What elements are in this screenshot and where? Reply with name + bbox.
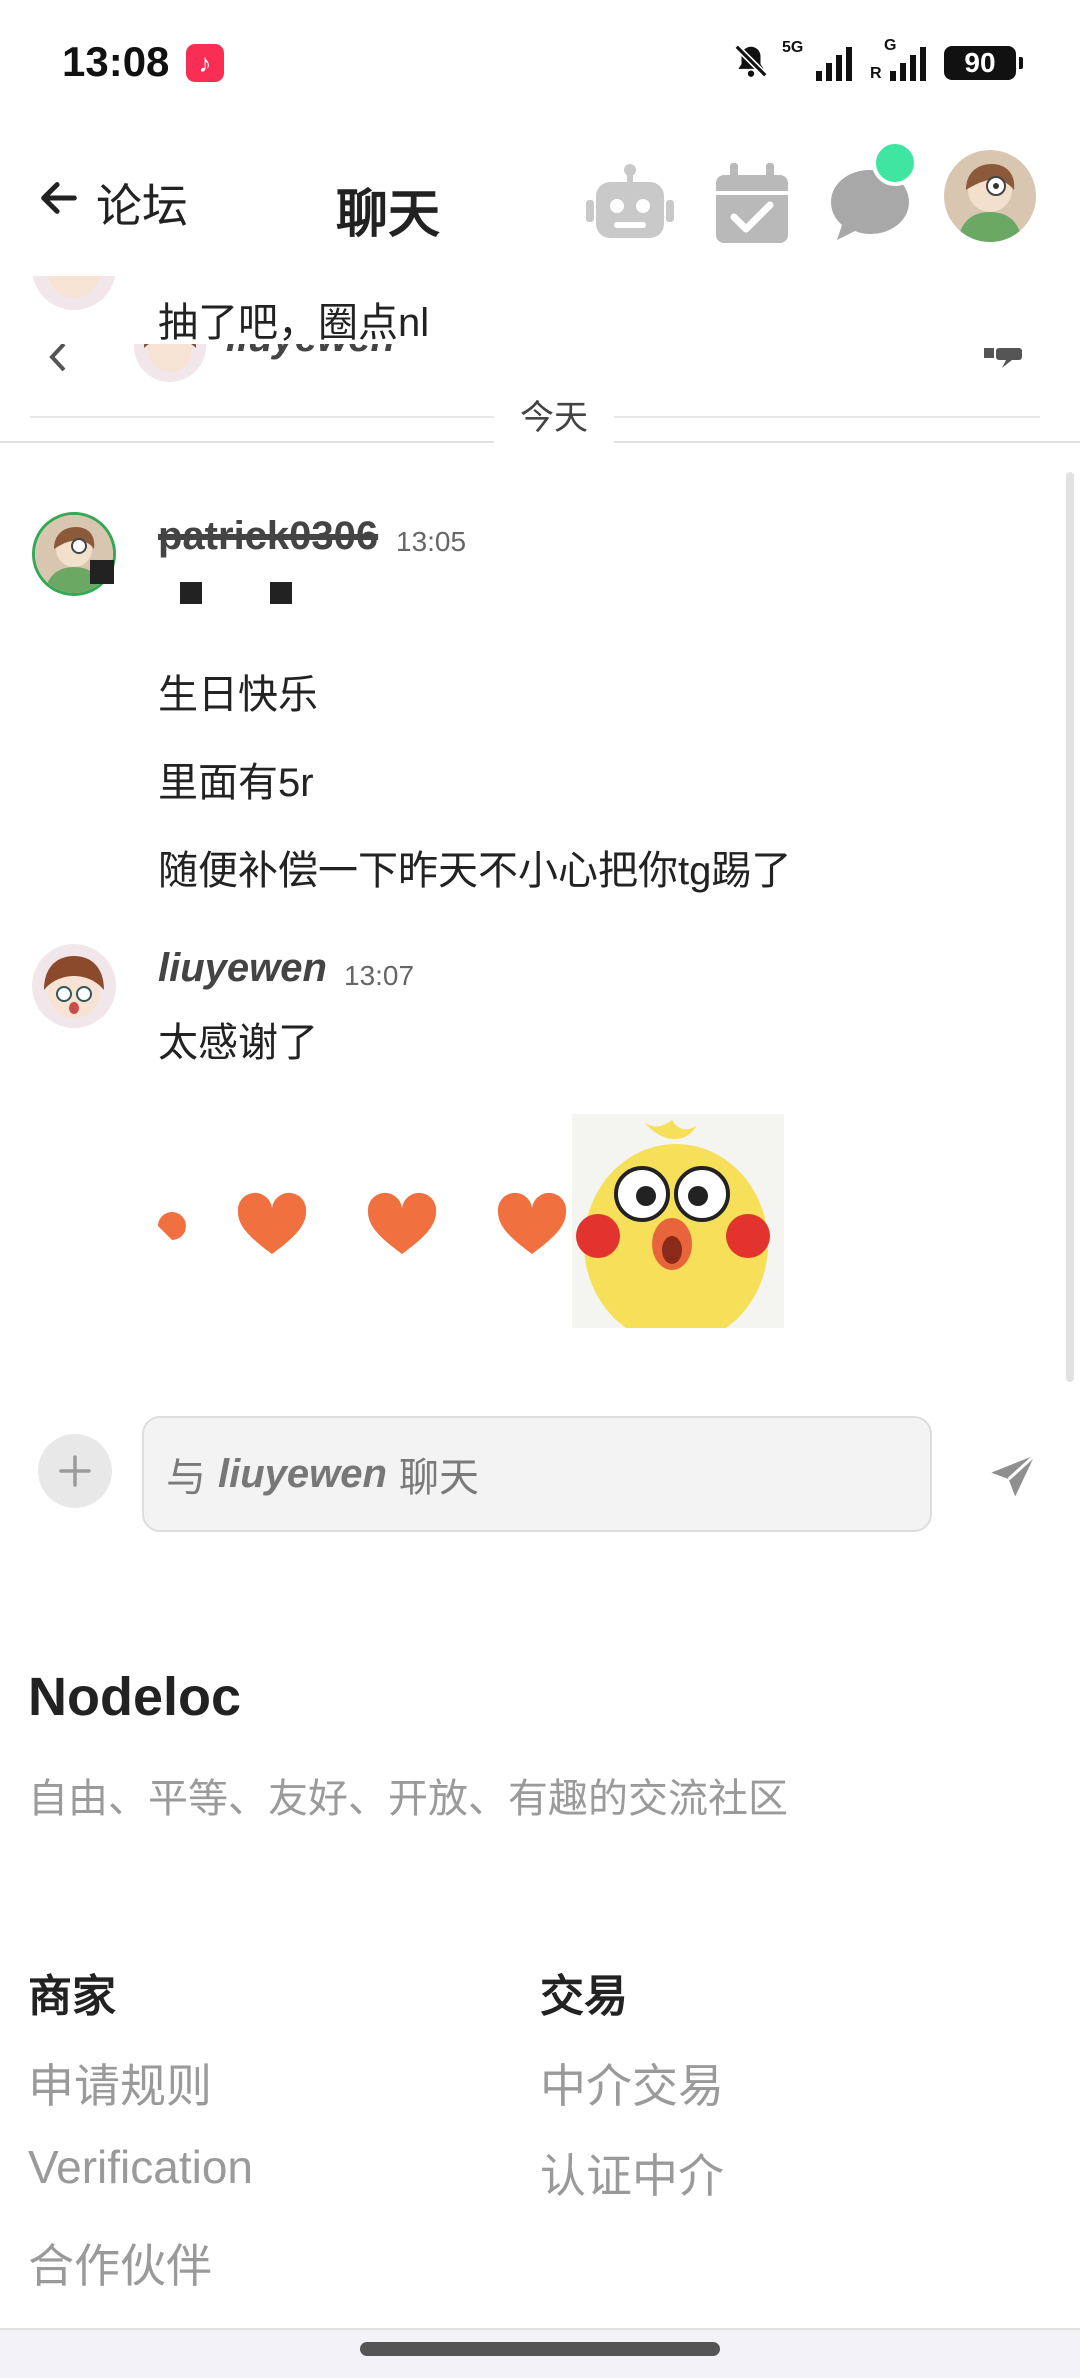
site-tagline: 自由、平等、友好、开放、有趣的交流社区	[28, 1777, 788, 1821]
footer-column-heading: 交易	[540, 1972, 628, 2021]
message-composer: 与 liuyewen 聊天	[0, 1386, 1080, 1556]
reply-username: liuyewen	[226, 344, 395, 361]
user-avatar[interactable]	[944, 150, 1036, 242]
date-divider: 今天	[494, 392, 614, 444]
footer-link[interactable]: 合作伙伴	[28, 2230, 212, 2296]
reply-thread-icon	[984, 348, 1024, 375]
redacted-block	[180, 582, 202, 604]
plus-icon	[59, 1455, 91, 1487]
placeholder-suffix: 聊天	[398, 1456, 479, 1500]
site-footer: Nodeloc 自由、平等、友好、开放、有趣的交流社区 商家 申请规则 Veri…	[0, 1556, 1080, 2336]
app-header: 论坛 聊天	[0, 128, 1080, 278]
message-username[interactable]: liuyewen	[158, 946, 327, 991]
footer-link[interactable]: 中介交易	[540, 2050, 724, 2116]
status-icons: 5G G R 90	[732, 37, 1023, 88]
sender-avatar[interactable]	[32, 944, 116, 1028]
message-text: 生日快乐	[158, 673, 318, 717]
footer-column-heading: 商家	[28, 1972, 116, 2021]
previous-message-text: 抽了吧，圈点nl	[158, 301, 430, 345]
music-app-icon: ♪	[186, 44, 224, 82]
page-title: 聊天	[336, 186, 441, 244]
footer-link[interactable]: 认证中介	[540, 2140, 724, 2206]
chat-input[interactable]: 与 liuyewen 聊天	[142, 1416, 932, 1532]
back-to-forum-button[interactable]: 论坛	[36, 168, 188, 238]
calendar-check-icon[interactable]	[706, 158, 798, 250]
message-timestamp: 13:05	[396, 526, 467, 557]
reply-avatar	[134, 344, 206, 382]
home-indicator[interactable]	[360, 2342, 720, 2356]
placeholder-user: liuyewen	[218, 1451, 387, 1496]
send-icon	[991, 1454, 1036, 1497]
arrow-left-icon	[36, 175, 82, 232]
presence-badge	[90, 560, 114, 584]
chevron-left-icon	[46, 344, 70, 377]
back-label: 论坛	[96, 180, 188, 232]
battery-indicator: 90	[944, 46, 1023, 80]
sticker-image[interactable]	[158, 1114, 784, 1328]
message-timestamp: 13:07	[344, 960, 415, 991]
placeholder-prefix: 与	[166, 1456, 206, 1500]
status-bar: 13:08 ♪ 5G G R 90	[0, 0, 1080, 128]
notification-dot	[872, 140, 918, 186]
robot-icon[interactable]	[584, 158, 676, 250]
message-text: 随便补偿一下昨天不小心把你tg踢了	[158, 849, 792, 893]
signal-5g-icon: 5G	[782, 39, 852, 81]
site-name: Nodeloc	[28, 1667, 242, 1727]
clock: 13:08	[62, 38, 170, 85]
scrollbar[interactable]	[1066, 472, 1074, 1382]
mute-bell-icon	[732, 42, 770, 85]
message-username[interactable]: patrick0306	[158, 514, 378, 559]
chat-area: 抽了吧，圈点nl liuyewen 今天 patrick0306 13:05 生…	[0, 276, 1080, 1386]
footer-link[interactable]: Verification	[28, 2140, 253, 2194]
message-text: 里面有5r	[158, 761, 314, 805]
signal-roaming-icon: G R	[870, 37, 926, 82]
avatar[interactable]	[32, 276, 116, 310]
add-attachment-button[interactable]	[38, 1434, 112, 1508]
redacted-block	[270, 582, 292, 604]
send-button[interactable]	[978, 1442, 1048, 1512]
footer-link[interactable]: 申请规则	[28, 2050, 212, 2116]
message-text: 太感谢了	[158, 1021, 318, 1065]
